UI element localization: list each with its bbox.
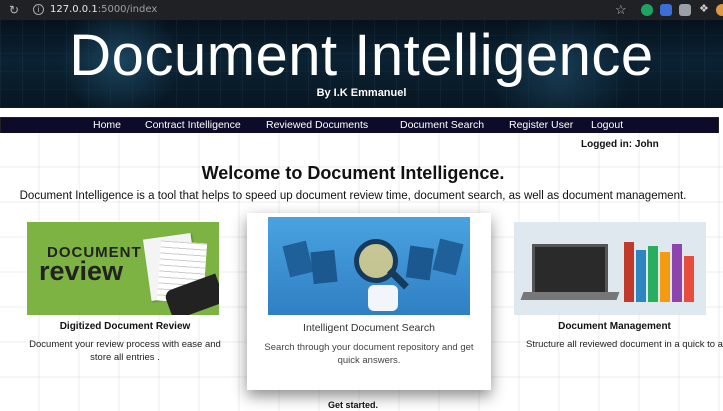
card-document-search[interactable]: Intelligent Document Search Search throu… <box>247 213 491 390</box>
extension-translate-icon[interactable] <box>660 4 672 16</box>
get-started-link[interactable]: Get started. <box>0 400 706 410</box>
nav-item-document-search[interactable]: Document Search <box>400 119 484 131</box>
nav-item-register-user[interactable]: Register User <box>509 119 573 131</box>
site-title: Document Intelligence <box>69 23 654 88</box>
card-title: Intelligent Document Search <box>303 322 435 334</box>
intro-text: Document Intelligence is a tool that hel… <box>19 190 687 202</box>
binder-icon <box>648 246 658 302</box>
binder-icon <box>684 256 694 302</box>
document-search-image <box>268 217 470 315</box>
bookmark-star-icon[interactable]: ☆ <box>615 2 627 18</box>
card-description: Structure all reviewed document in a qui… <box>526 339 723 350</box>
address-bar[interactable]: 127.0.0.1:5000/index <box>50 4 157 15</box>
document-icon <box>282 240 314 278</box>
card-description: Document your review process with ease a… <box>29 339 221 363</box>
binder-icon <box>672 244 682 302</box>
card-document-management[interactable]: Document Management Structure all review… <box>492 222 723 351</box>
author-byline: By I.K Emmanuel <box>316 87 407 99</box>
document-management-image <box>514 222 706 315</box>
binder-icon <box>660 252 670 302</box>
profile-avatar-icon[interactable] <box>716 4 723 16</box>
image-text-review: review <box>39 256 124 286</box>
extensions-puzzle-icon[interactable]: ❖ <box>699 2 711 15</box>
document-icon <box>310 249 338 285</box>
hand-icon <box>368 285 398 311</box>
extension-grammarly-icon[interactable] <box>641 4 653 16</box>
card-document-review[interactable]: DOCUMENT review Digitized Document Revie… <box>18 222 232 364</box>
nav-item-home[interactable]: Home <box>93 119 121 131</box>
browser-toolbar: ↻ i 127.0.0.1:5000/index ☆ ❖ <box>0 0 723 20</box>
url-host: 127.0.0.1 <box>50 4 98 15</box>
reload-icon[interactable]: ↻ <box>9 3 19 17</box>
main-nav: Home Contract Intelligence Reviewed Docu… <box>0 117 719 134</box>
url-path: :5000/index <box>97 4 158 15</box>
binder-icon <box>636 250 646 302</box>
card-title: Document Management <box>558 321 671 332</box>
logged-in-status: Logged in: John <box>581 139 659 150</box>
header-banner: Document Intelligence By I.K Emmanuel <box>0 20 723 108</box>
document-review-image: DOCUMENT review <box>27 222 219 315</box>
document-icon <box>405 245 435 281</box>
card-title: Digitized Document Review <box>59 321 191 332</box>
binder-icon <box>624 242 634 302</box>
nav-item-logout[interactable]: Logout <box>591 119 623 131</box>
extension-document-icon[interactable] <box>679 4 691 16</box>
nav-item-contract-intelligence[interactable]: Contract Intelligence <box>145 119 241 131</box>
laptop-screen <box>532 244 608 296</box>
page-title: Welcome to Document Intelligence. <box>201 163 505 183</box>
laptop-base <box>520 292 620 300</box>
document-icon <box>432 238 464 276</box>
card-description: Search through your document repository … <box>264 342 474 366</box>
nav-item-reviewed-documents[interactable]: Reviewed Documents <box>266 119 368 131</box>
info-icon[interactable]: i <box>33 4 44 15</box>
